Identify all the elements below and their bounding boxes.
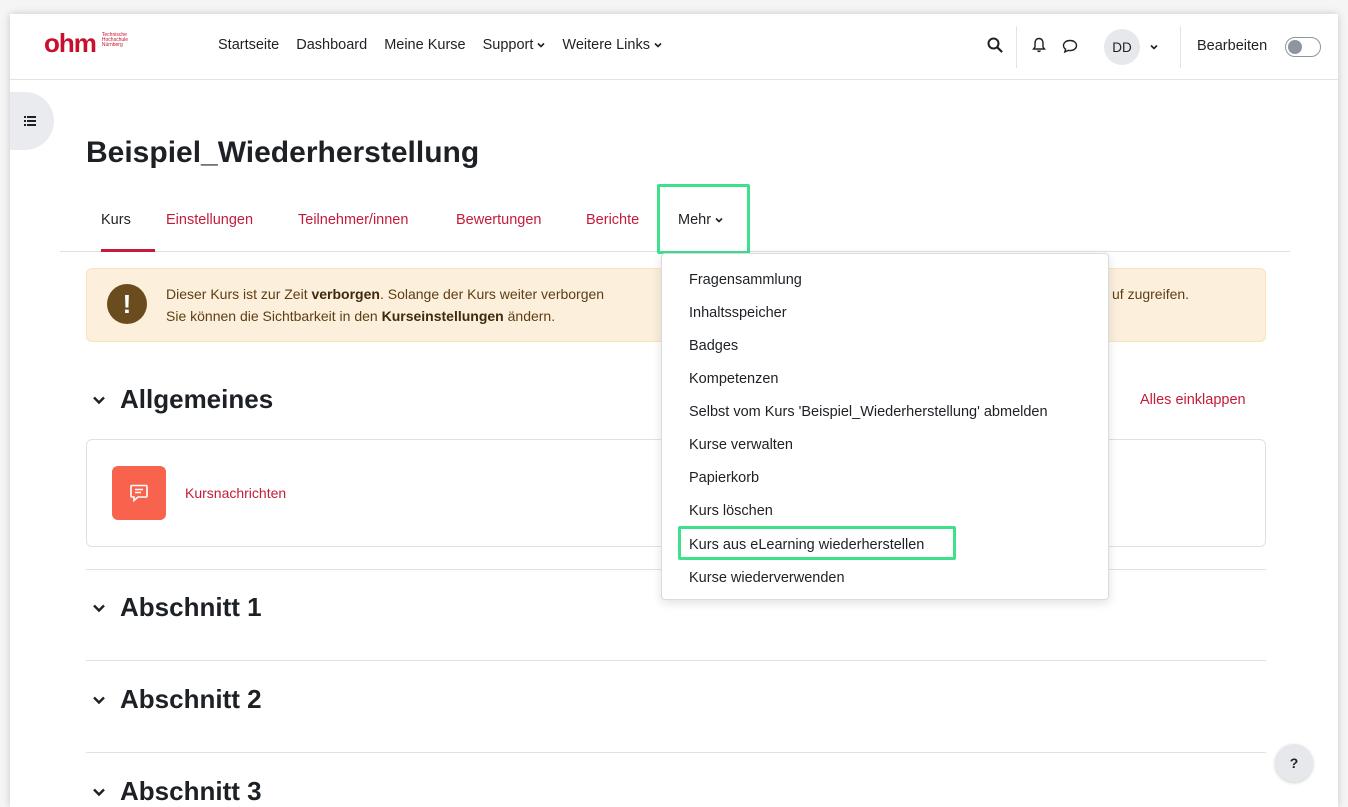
logo-wordmark: ohm xyxy=(44,28,97,58)
tab-kurs[interactable]: Kurs xyxy=(101,212,131,228)
logo-sub-line: Nürnberg xyxy=(101,41,123,48)
ohm-logo[interactable]: ohm Technische Hochschule Nürnberg xyxy=(44,28,128,58)
nav-label: Dashboard xyxy=(296,37,368,53)
chevron-down-icon xyxy=(93,696,105,704)
nav-label: Weitere Links xyxy=(562,37,650,53)
page-title: Beispiel_Wiederherstellung xyxy=(86,136,480,169)
course-settings-link[interactable]: Kurseinstellungen xyxy=(382,308,504,324)
collapse-all-link[interactable]: Alles einklappen xyxy=(1140,392,1246,408)
top-navbar: ohm Technische Hochschule Nürnberg Start… xyxy=(10,14,1338,80)
chevron-down-icon xyxy=(93,396,105,404)
navbar-divider xyxy=(1180,26,1181,68)
message-square-icon xyxy=(130,484,148,503)
section-abschnitt-2[interactable]: Abschnitt 2 xyxy=(92,684,262,715)
section-title: Abschnitt 1 xyxy=(120,592,262,622)
help-button[interactable]: ? xyxy=(1275,744,1313,782)
forum-icon[interactable] xyxy=(112,466,166,520)
mehr-highlight-box xyxy=(657,184,750,254)
course-index-drawer-button[interactable] xyxy=(10,92,54,150)
alert-text-segment: Sie können die Sichtbarkeit in den xyxy=(166,308,382,324)
edit-mode-label: Bearbeiten xyxy=(1197,38,1268,54)
alert-text-segment: ändern. xyxy=(503,308,556,324)
bell-icon[interactable] xyxy=(1030,36,1048,54)
nav-label: Support xyxy=(482,37,534,53)
section-title: Abschnitt 2 xyxy=(120,684,262,714)
nav-dashboard[interactable]: Dashboard xyxy=(296,37,367,53)
section-abschnitt-3[interactable]: Abschnitt 3 xyxy=(92,776,262,807)
alert-text-bold: verborgen xyxy=(311,286,380,302)
tab-berichte[interactable]: Berichte xyxy=(586,212,639,228)
tab-teilnehmer[interactable]: Teilnehmer/innen xyxy=(298,212,408,228)
menu-item-kurse-verwalten[interactable]: Kurse verwalten xyxy=(689,437,793,453)
nav-startseite[interactable]: Startseite xyxy=(218,37,279,53)
alert-text-segment: . Solange der Kurs weiter verborgen xyxy=(379,286,605,302)
nav-label: Meine Kurse xyxy=(384,37,466,53)
primary-navigation: Startseite Dashboard Meine Kurse Support… xyxy=(218,37,679,53)
navbar-divider xyxy=(1016,26,1017,68)
messages-icon[interactable] xyxy=(1061,37,1079,55)
menu-item-kompetenzen[interactable]: Kompetenzen xyxy=(689,371,778,387)
activity-link-kursnachrichten[interactable]: Kursnachrichten xyxy=(185,485,286,501)
menu-item-kurs-loeschen[interactable]: Kurs löschen xyxy=(689,503,773,519)
menu-item-papierkorb[interactable]: Papierkorb xyxy=(689,470,759,486)
nav-support[interactable]: Support xyxy=(483,37,546,53)
help-label: ? xyxy=(1289,755,1299,771)
alert-text-segment: Dieser Kurs ist zur Zeit xyxy=(166,286,312,302)
menu-item-abmelden[interactable]: Selbst vom Kurs 'Beispiel_Wiederherstell… xyxy=(689,404,1048,420)
menu-item-inhaltsspeicher[interactable]: Inhaltsspeicher xyxy=(689,305,787,321)
alert-text-segment: uf zugreifen. xyxy=(1112,286,1190,302)
chevron-down-icon xyxy=(537,42,545,48)
menu-item-badges[interactable]: Badges xyxy=(689,338,738,354)
logo-subtitle: Technische Hochschule Nürnberg xyxy=(101,32,128,48)
section-title: Allgemeines xyxy=(120,384,274,414)
menu-item-fragensammlung[interactable]: Fragensammlung xyxy=(689,272,802,288)
tab-bewertungen[interactable]: Bewertungen xyxy=(456,212,541,228)
section-title: Abschnitt 3 xyxy=(120,776,262,806)
section-allgemeines[interactable]: Allgemeines xyxy=(92,384,273,415)
toggle-knob xyxy=(1288,40,1302,54)
user-avatar[interactable]: DD xyxy=(1104,29,1140,65)
nav-meine-kurse[interactable]: Meine Kurse xyxy=(384,37,465,53)
exclamation-icon: ! xyxy=(107,284,147,324)
menu-item-kurse-wiederverwenden[interactable]: Kurse wiederverwenden xyxy=(689,570,845,586)
chevron-down-icon xyxy=(93,788,105,796)
section-divider xyxy=(86,660,1266,661)
browser-page: ohm Technische Hochschule Nürnberg Start… xyxy=(10,14,1338,807)
section-abschnitt-1[interactable]: Abschnitt 1 xyxy=(92,592,262,623)
chevron-down-icon xyxy=(654,42,662,48)
chevron-down-icon xyxy=(93,604,105,612)
list-icon xyxy=(24,116,36,126)
nav-weitere-links[interactable]: Weitere Links xyxy=(562,37,662,53)
search-icon[interactable] xyxy=(986,36,1004,54)
restore-highlight-box xyxy=(678,526,956,560)
active-tab-indicator xyxy=(101,249,155,252)
chevron-down-icon[interactable] xyxy=(1150,43,1158,51)
tab-einstellungen[interactable]: Einstellungen xyxy=(166,212,253,228)
edit-mode-toggle[interactable] xyxy=(1285,37,1321,57)
avatar-initials: DD xyxy=(1112,39,1132,55)
section-divider xyxy=(86,752,1266,753)
nav-label: Startseite xyxy=(218,37,280,53)
